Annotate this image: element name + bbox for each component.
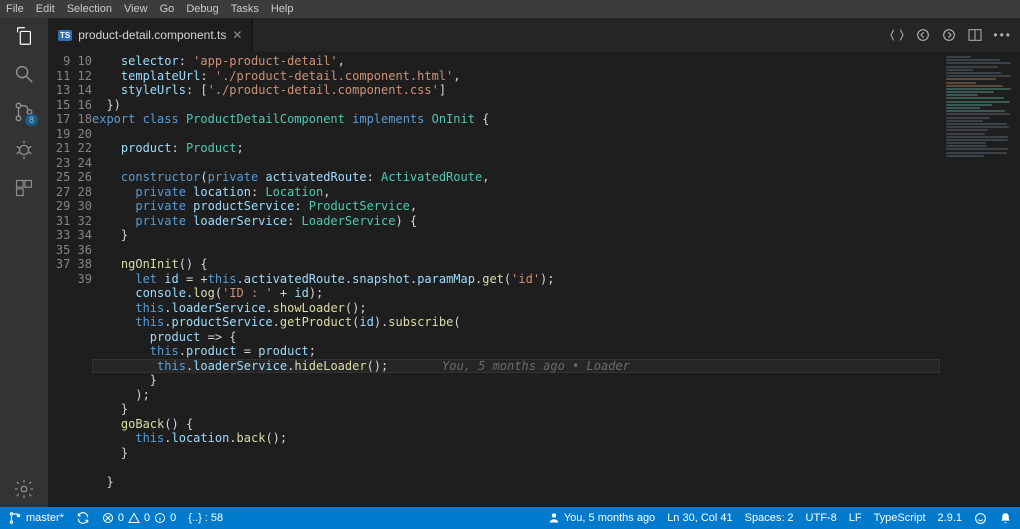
activity-bar: 8 [0, 18, 48, 507]
close-icon[interactable]: ✕ [232, 28, 242, 42]
menu-bar: File Edit Selection View Go Debug Tasks Help [0, 0, 1020, 18]
scm-badge: 8 [25, 114, 38, 126]
tab-product-detail[interactable]: TS product-detail.component.ts ✕ [48, 18, 253, 52]
debug-icon[interactable] [12, 138, 36, 162]
nav-forward-icon[interactable] [941, 27, 957, 43]
workbench: 8 TS product-detail.component.ts ✕ [0, 18, 1020, 507]
explorer-icon[interactable] [12, 24, 36, 48]
menu-item-debug[interactable]: Debug [186, 3, 218, 15]
indentation[interactable]: Spaces: 2 [745, 512, 794, 524]
line-number-gutter: 9 10 11 12 13 14 15 16 17 18 19 20 21 22… [48, 52, 92, 507]
nav-back-icon[interactable] [915, 27, 931, 43]
menu-item-view[interactable]: View [124, 3, 148, 15]
notifications-icon[interactable] [999, 512, 1012, 525]
status-port[interactable]: {..} : 58 [188, 512, 223, 524]
search-icon[interactable] [12, 62, 36, 86]
compare-icon[interactable] [889, 27, 905, 43]
menu-item-tasks[interactable]: Tasks [231, 3, 259, 15]
split-editor-icon[interactable] [967, 27, 983, 43]
cursor-position[interactable]: Ln 30, Col 41 [667, 512, 732, 524]
eol[interactable]: LF [849, 512, 862, 524]
menu-item-selection[interactable]: Selection [67, 3, 112, 15]
ts-file-icon: TS [58, 30, 72, 41]
settings-gear-icon[interactable] [12, 477, 36, 501]
source-control-icon[interactable]: 8 [12, 100, 36, 124]
tab-title: product-detail.component.ts [78, 28, 226, 42]
tab-actions: ••• [889, 18, 1020, 52]
sync-icon[interactable] [76, 511, 90, 525]
gitlens-blame[interactable]: You, 5 months ago [548, 512, 655, 524]
extensions-icon[interactable] [12, 176, 36, 200]
ts-version[interactable]: 2.9.1 [938, 512, 962, 524]
editor-area: TS product-detail.component.ts ✕ ••• 9 1… [48, 18, 1020, 507]
git-branch[interactable]: master* [8, 511, 64, 525]
feedback-icon[interactable] [974, 512, 987, 525]
language-mode[interactable]: TypeScript [874, 512, 926, 524]
status-bar: master* 0 0 0 {..} : 58 You, 5 months ag… [0, 507, 1020, 529]
gitlens-inline-blame: You, 5 months ago • Loader [412, 359, 630, 374]
problems[interactable]: 0 0 0 [102, 512, 176, 524]
code-area[interactable]: 9 10 11 12 13 14 15 16 17 18 19 20 21 22… [48, 52, 1020, 507]
menu-item-edit[interactable]: Edit [36, 3, 55, 15]
editor-tabs: TS product-detail.component.ts ✕ ••• [48, 18, 1020, 52]
menu-item-help[interactable]: Help [271, 3, 294, 15]
code-content[interactable]: selector: 'app-product-detail', template… [92, 52, 940, 507]
menu-item-go[interactable]: Go [160, 3, 175, 15]
encoding[interactable]: UTF-8 [806, 512, 837, 524]
menu-item-file[interactable]: File [6, 3, 24, 15]
more-icon[interactable]: ••• [993, 28, 1012, 42]
minimap[interactable] [940, 52, 1020, 507]
